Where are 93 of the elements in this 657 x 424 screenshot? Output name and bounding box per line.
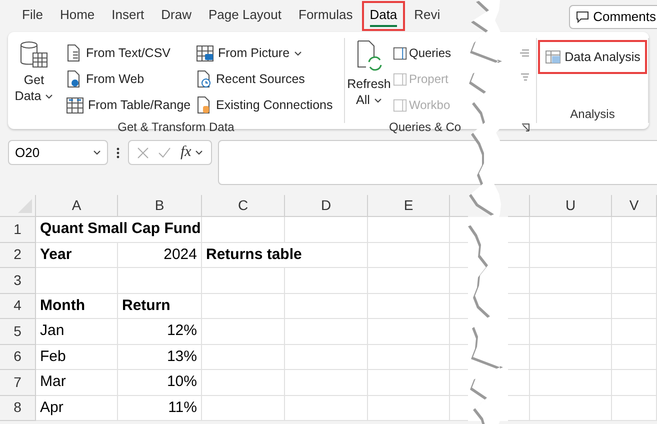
table-cell xyxy=(508,396,530,421)
ribbon-command[interactable]: From Picture xyxy=(218,44,302,62)
table-cell xyxy=(612,294,657,319)
pane-icon xyxy=(393,72,407,86)
group-label: Analysis xyxy=(570,106,615,123)
ribbon-command[interactable]: Existing Connections xyxy=(216,96,333,114)
row-header[interactable]: 5 xyxy=(0,319,36,344)
ribbon-command[interactable]: From Text/CSV xyxy=(86,44,171,62)
cell-text: Year xyxy=(40,244,72,264)
column-header[interactable]: V xyxy=(612,195,657,217)
table-icon xyxy=(544,50,561,64)
ribbon-tab[interactable]: Home xyxy=(52,1,103,31)
table-cell xyxy=(612,217,657,242)
clock-document-icon xyxy=(196,70,212,88)
table-cell xyxy=(612,370,657,396)
ribbon-tab[interactable]: Draw xyxy=(153,1,200,31)
table-cell xyxy=(612,396,657,421)
cell-text: Feb xyxy=(40,346,66,366)
ribbon-tab[interactable]: Page Layout xyxy=(200,1,290,31)
ribbon-tab[interactable]: Formulas xyxy=(290,1,361,31)
chevron-down-icon xyxy=(195,150,204,155)
ribbon-command[interactable]: Recent Sources xyxy=(216,70,305,88)
table-cell xyxy=(508,370,530,396)
pane-icon xyxy=(393,98,407,112)
chevron-down-icon xyxy=(45,94,54,98)
table-cell xyxy=(508,294,530,319)
comments-button[interactable]: Comments xyxy=(569,5,657,29)
row-header[interactable]: 7 xyxy=(0,370,36,396)
chevron-down-icon xyxy=(374,98,382,102)
row-header[interactable]: 6 xyxy=(0,344,36,370)
column-header[interactable]: A xyxy=(36,195,118,217)
cell-text: 11% xyxy=(168,398,197,418)
filter-icon xyxy=(520,72,530,82)
database-document-icon xyxy=(196,96,212,114)
cell-text: Jan xyxy=(40,321,64,341)
table-cell xyxy=(612,344,657,370)
chevron-down-icon xyxy=(294,50,302,56)
table-cell xyxy=(508,217,530,242)
table-cell xyxy=(612,242,657,268)
row-header[interactable]: 1 xyxy=(0,217,36,242)
refresh-all-button[interactable]: Refresh All xyxy=(347,40,391,118)
table-cell xyxy=(508,319,530,344)
name-box[interactable]: O20 xyxy=(8,140,108,165)
group-label: Get & Transform Data xyxy=(116,119,236,136)
column-header xyxy=(508,195,530,217)
cell-text: Returns table xyxy=(206,244,302,264)
dialog-launcher-icon xyxy=(521,122,530,132)
get-data-button[interactable]: Get Data xyxy=(8,40,60,118)
database-icon xyxy=(19,40,49,70)
globe-document-icon xyxy=(66,70,82,88)
comment-icon xyxy=(576,11,590,23)
row-header[interactable]: 2 xyxy=(0,242,36,268)
table-icon xyxy=(66,96,84,114)
column-header[interactable]: E xyxy=(368,195,450,217)
more-options-icon xyxy=(116,147,120,159)
cell-text: 12% xyxy=(166,321,197,341)
ribbon-command[interactable]: From Web xyxy=(86,70,144,88)
ribbon-command[interactable]: From Table/Range xyxy=(88,96,191,114)
table-cell xyxy=(508,344,530,370)
table-cell xyxy=(612,268,657,294)
cell-text: Quant Small Cap Fund xyxy=(40,219,201,239)
picture-table-icon xyxy=(196,44,214,62)
sort-icon xyxy=(520,48,530,58)
row-header[interactable]: 3 xyxy=(0,268,36,294)
cell-text: Mar xyxy=(40,372,66,392)
table-cell xyxy=(508,268,530,294)
table-cell xyxy=(612,319,657,344)
document-icon xyxy=(66,44,82,62)
column-header[interactable]: U xyxy=(530,195,612,217)
check-icon[interactable] xyxy=(158,147,172,158)
ribbon-command[interactable]: Queries xyxy=(409,44,452,62)
cell-text: Month xyxy=(40,296,85,316)
chevron-down-icon xyxy=(93,150,101,155)
data-analysis-button[interactable]: Data Analysis xyxy=(538,40,648,74)
table-cell xyxy=(508,242,530,268)
formula-input[interactable] xyxy=(218,140,657,185)
refresh-document-icon xyxy=(355,40,383,72)
cell-text: Apr xyxy=(40,398,64,418)
ribbon-tab[interactable]: File xyxy=(14,1,51,31)
cell-text: 10% xyxy=(166,372,197,392)
group-label: Queries & Co xyxy=(388,119,462,136)
row-header[interactable]: 4 xyxy=(0,294,36,319)
column-header[interactable]: C xyxy=(202,195,285,217)
row-header[interactable]: 8 xyxy=(0,396,36,421)
cell-text: Return xyxy=(122,296,170,316)
ribbon-tab[interactable]: Revi xyxy=(406,1,448,31)
ribbon-tab[interactable]: Insert xyxy=(104,1,152,31)
cell-text: 2024 xyxy=(164,244,197,264)
column-header[interactable]: B xyxy=(118,195,202,217)
cell-text: 13% xyxy=(166,346,197,366)
close-icon[interactable] xyxy=(136,146,149,158)
column-header[interactable]: D xyxy=(285,195,368,217)
pane-icon xyxy=(393,46,407,60)
